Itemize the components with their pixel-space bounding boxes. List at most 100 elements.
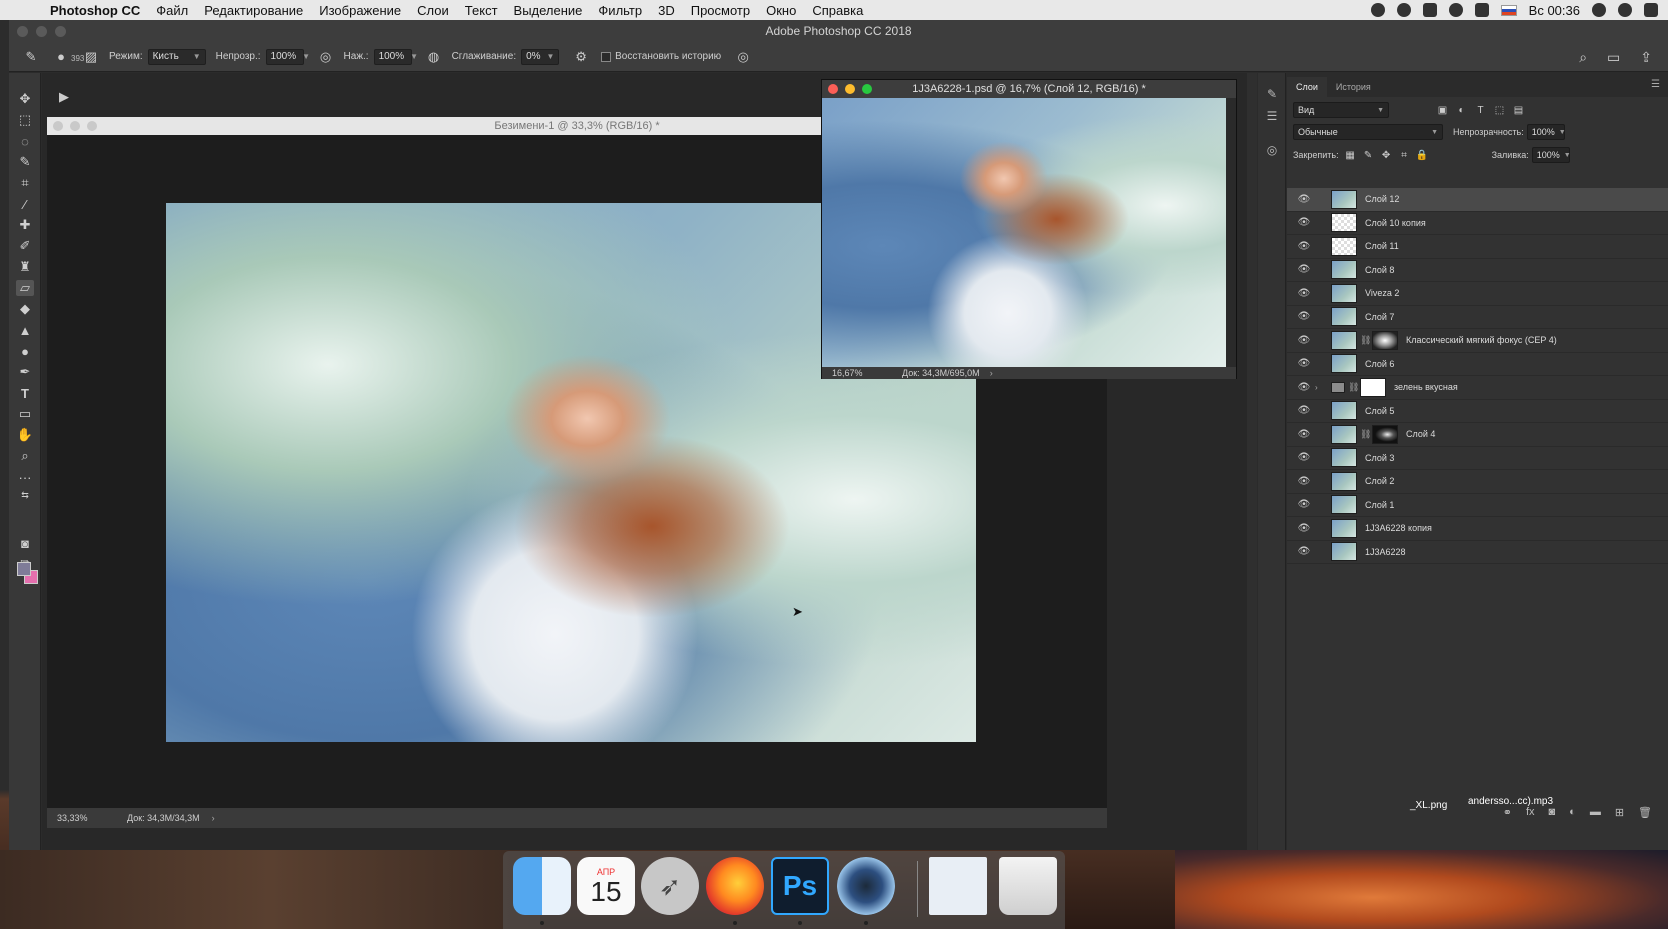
- hand-tool-icon[interactable]: ✋: [16, 427, 34, 443]
- layer-row[interactable]: 👁 Слой 5: [1287, 400, 1668, 423]
- wifi-icon[interactable]: [1448, 3, 1463, 17]
- properties-panel-icon[interactable]: ◎: [1264, 143, 1280, 159]
- desktop-file-mp3[interactable]: andersso...cc).mp3: [1468, 796, 1553, 807]
- filter-shape-icon[interactable]: ⬚: [1494, 105, 1505, 116]
- play-icon[interactable]: ▶: [59, 89, 79, 109]
- filter-type-icon[interactable]: T: [1475, 105, 1486, 116]
- eye-icon[interactable]: 👁: [1297, 311, 1311, 322]
- close-button[interactable]: [17, 26, 28, 37]
- adjustments-panel-icon[interactable]: ☰: [1264, 109, 1280, 125]
- link-icon[interactable]: ⛓: [1360, 335, 1371, 346]
- layer-row[interactable]: 👁 1J3A6228 копия: [1287, 517, 1668, 541]
- smoothing-field[interactable]: 0% ▼: [521, 48, 560, 65]
- doc-zoom-button[interactable]: [862, 84, 872, 94]
- eye-icon[interactable]: 👁: [1297, 452, 1311, 463]
- brush-tool-icon[interactable]: ✐: [16, 238, 34, 254]
- airplay-icon[interactable]: [1474, 3, 1489, 17]
- chevron-right-icon[interactable]: ›: [1315, 383, 1325, 392]
- share-icon[interactable]: ⇪: [1640, 49, 1652, 66]
- crop-tool-icon[interactable]: ⌗: [16, 175, 34, 191]
- layer-row[interactable]: 👁 Слой 7: [1287, 306, 1668, 329]
- zoom-level[interactable]: 33,33%: [57, 813, 117, 823]
- layer-mask-thumbnail[interactable]: [1360, 377, 1386, 397]
- eye-icon[interactable]: 👁: [1297, 523, 1311, 534]
- record-icon[interactable]: [1370, 3, 1385, 17]
- menu-window[interactable]: Окно: [766, 3, 796, 18]
- link-icon[interactable]: ⛓: [1348, 382, 1359, 393]
- layer-row[interactable]: 👁 Слой 12: [1287, 188, 1668, 212]
- doc-minimize-button[interactable]: [845, 84, 855, 94]
- eye-icon[interactable]: 👁: [1297, 546, 1311, 557]
- search-icon[interactable]: ⌕: [1579, 49, 1587, 66]
- menu-type[interactable]: Текст: [465, 3, 498, 18]
- move-tool-icon[interactable]: ✥: [16, 91, 34, 107]
- new-layer-icon[interactable]: ⊞: [1615, 806, 1624, 819]
- lock-artboard-icon[interactable]: ⌗: [1399, 150, 1410, 161]
- swap-colors-icon[interactable]: ⇆: [16, 487, 34, 503]
- menu-select[interactable]: Выделение: [514, 3, 583, 18]
- rectangle-tool-icon[interactable]: ▭: [16, 406, 34, 422]
- lasso-tool-icon[interactable]: ◌: [16, 133, 34, 149]
- layer-row[interactable]: 👁 Viveza 2: [1287, 282, 1668, 306]
- pen-tool-icon[interactable]: ✒: [16, 364, 34, 380]
- filter-adjustment-icon[interactable]: ◐: [1456, 105, 1467, 116]
- size-pressure-icon[interactable]: ◎: [735, 49, 751, 65]
- opacity-field[interactable]: 100% ▼: [265, 48, 310, 65]
- zoom-tool-icon[interactable]: ⌕: [16, 448, 34, 464]
- chevron-right-icon[interactable]: ›: [990, 368, 993, 378]
- spotlight-icon[interactable]: [1592, 3, 1606, 17]
- pressure-field[interactable]: 100% ▼: [373, 48, 418, 65]
- link-icon[interactable]: ⛓: [1360, 429, 1371, 440]
- brush-settings-icon[interactable]: ▨: [83, 49, 99, 65]
- layer-row[interactable]: 👁 Слой 1: [1287, 494, 1668, 517]
- lock-all-icon[interactable]: 🔒: [1416, 150, 1428, 161]
- dodge-tool-icon[interactable]: ●: [16, 343, 34, 359]
- minimize-button[interactable]: [36, 26, 47, 37]
- layer-opacity-field[interactable]: 100% ▼: [1526, 124, 1566, 140]
- apple-icon[interactable]: [22, 3, 36, 17]
- menu-filter[interactable]: Фильтр: [598, 3, 642, 18]
- quick-select-tool-icon[interactable]: ✎: [16, 154, 34, 170]
- calendar-icon[interactable]: АПР 15: [577, 857, 635, 915]
- menu-image[interactable]: Изображение: [319, 3, 401, 18]
- layer-row[interactable]: 👁 1J3A6228: [1287, 541, 1668, 564]
- history-panel-icon[interactable]: ✎: [1264, 87, 1280, 103]
- layer-row[interactable]: 👁 Слой 3: [1287, 447, 1668, 470]
- bluetooth-icon[interactable]: [1422, 3, 1437, 17]
- menu-view[interactable]: Просмотр: [691, 3, 750, 18]
- add-mask-icon[interactable]: ◙: [1549, 806, 1556, 818]
- new-adjustment-icon[interactable]: ◐: [1569, 806, 1576, 818]
- fill-field[interactable]: 100% ▼: [1531, 147, 1571, 163]
- restore-history-checkbox[interactable]: [601, 51, 612, 62]
- panel-menu-icon[interactable]: ☰: [1651, 79, 1660, 90]
- layer-row[interactable]: 👁 Слой 10 копия: [1287, 212, 1668, 235]
- foreground-color-swatch[interactable]: [17, 562, 31, 576]
- finder-icon[interactable]: [513, 857, 571, 915]
- brush-preset-icon[interactable]: ●: [53, 49, 69, 65]
- doc-zoom-button[interactable]: [87, 121, 97, 131]
- eye-icon[interactable]: 👁: [1297, 217, 1311, 228]
- menu-file[interactable]: Файл: [156, 3, 188, 18]
- minimized-window-thumbnail[interactable]: [929, 857, 987, 915]
- quick-mask-icon[interactable]: ◙: [16, 535, 34, 551]
- lock-transparent-icon[interactable]: ▦: [1345, 150, 1356, 161]
- paint-bucket-tool-icon[interactable]: ◆: [16, 301, 34, 317]
- eye-icon[interactable]: 👁: [1297, 405, 1311, 416]
- eraser-tool-icon[interactable]: ▱: [16, 280, 34, 296]
- link-layers-icon[interactable]: ⚭: [1503, 806, 1512, 819]
- eye-icon[interactable]: 👁: [1297, 241, 1311, 252]
- zoom-button[interactable]: [55, 26, 66, 37]
- notification-center-icon[interactable]: [1644, 3, 1658, 17]
- marquee-tool-icon[interactable]: ⬚: [16, 112, 34, 128]
- trash-icon[interactable]: [999, 857, 1057, 915]
- eye-icon[interactable]: 👁: [1297, 499, 1311, 510]
- menu-clock[interactable]: Вс 00:36: [1529, 3, 1580, 18]
- creative-cloud-icon[interactable]: [1396, 3, 1411, 17]
- layer-filter-select[interactable]: Вид ▼: [1293, 102, 1389, 118]
- layer-row[interactable]: 👁 Слой 11: [1287, 235, 1668, 259]
- eye-icon[interactable]: 👁: [1297, 335, 1311, 346]
- blend-mode-select[interactable]: Обычные ▼: [1293, 124, 1443, 140]
- desktop-file-png[interactable]: _XL.png: [1410, 800, 1447, 811]
- healing-tool-icon[interactable]: ✚: [16, 217, 34, 233]
- doc-close-button[interactable]: [828, 84, 838, 94]
